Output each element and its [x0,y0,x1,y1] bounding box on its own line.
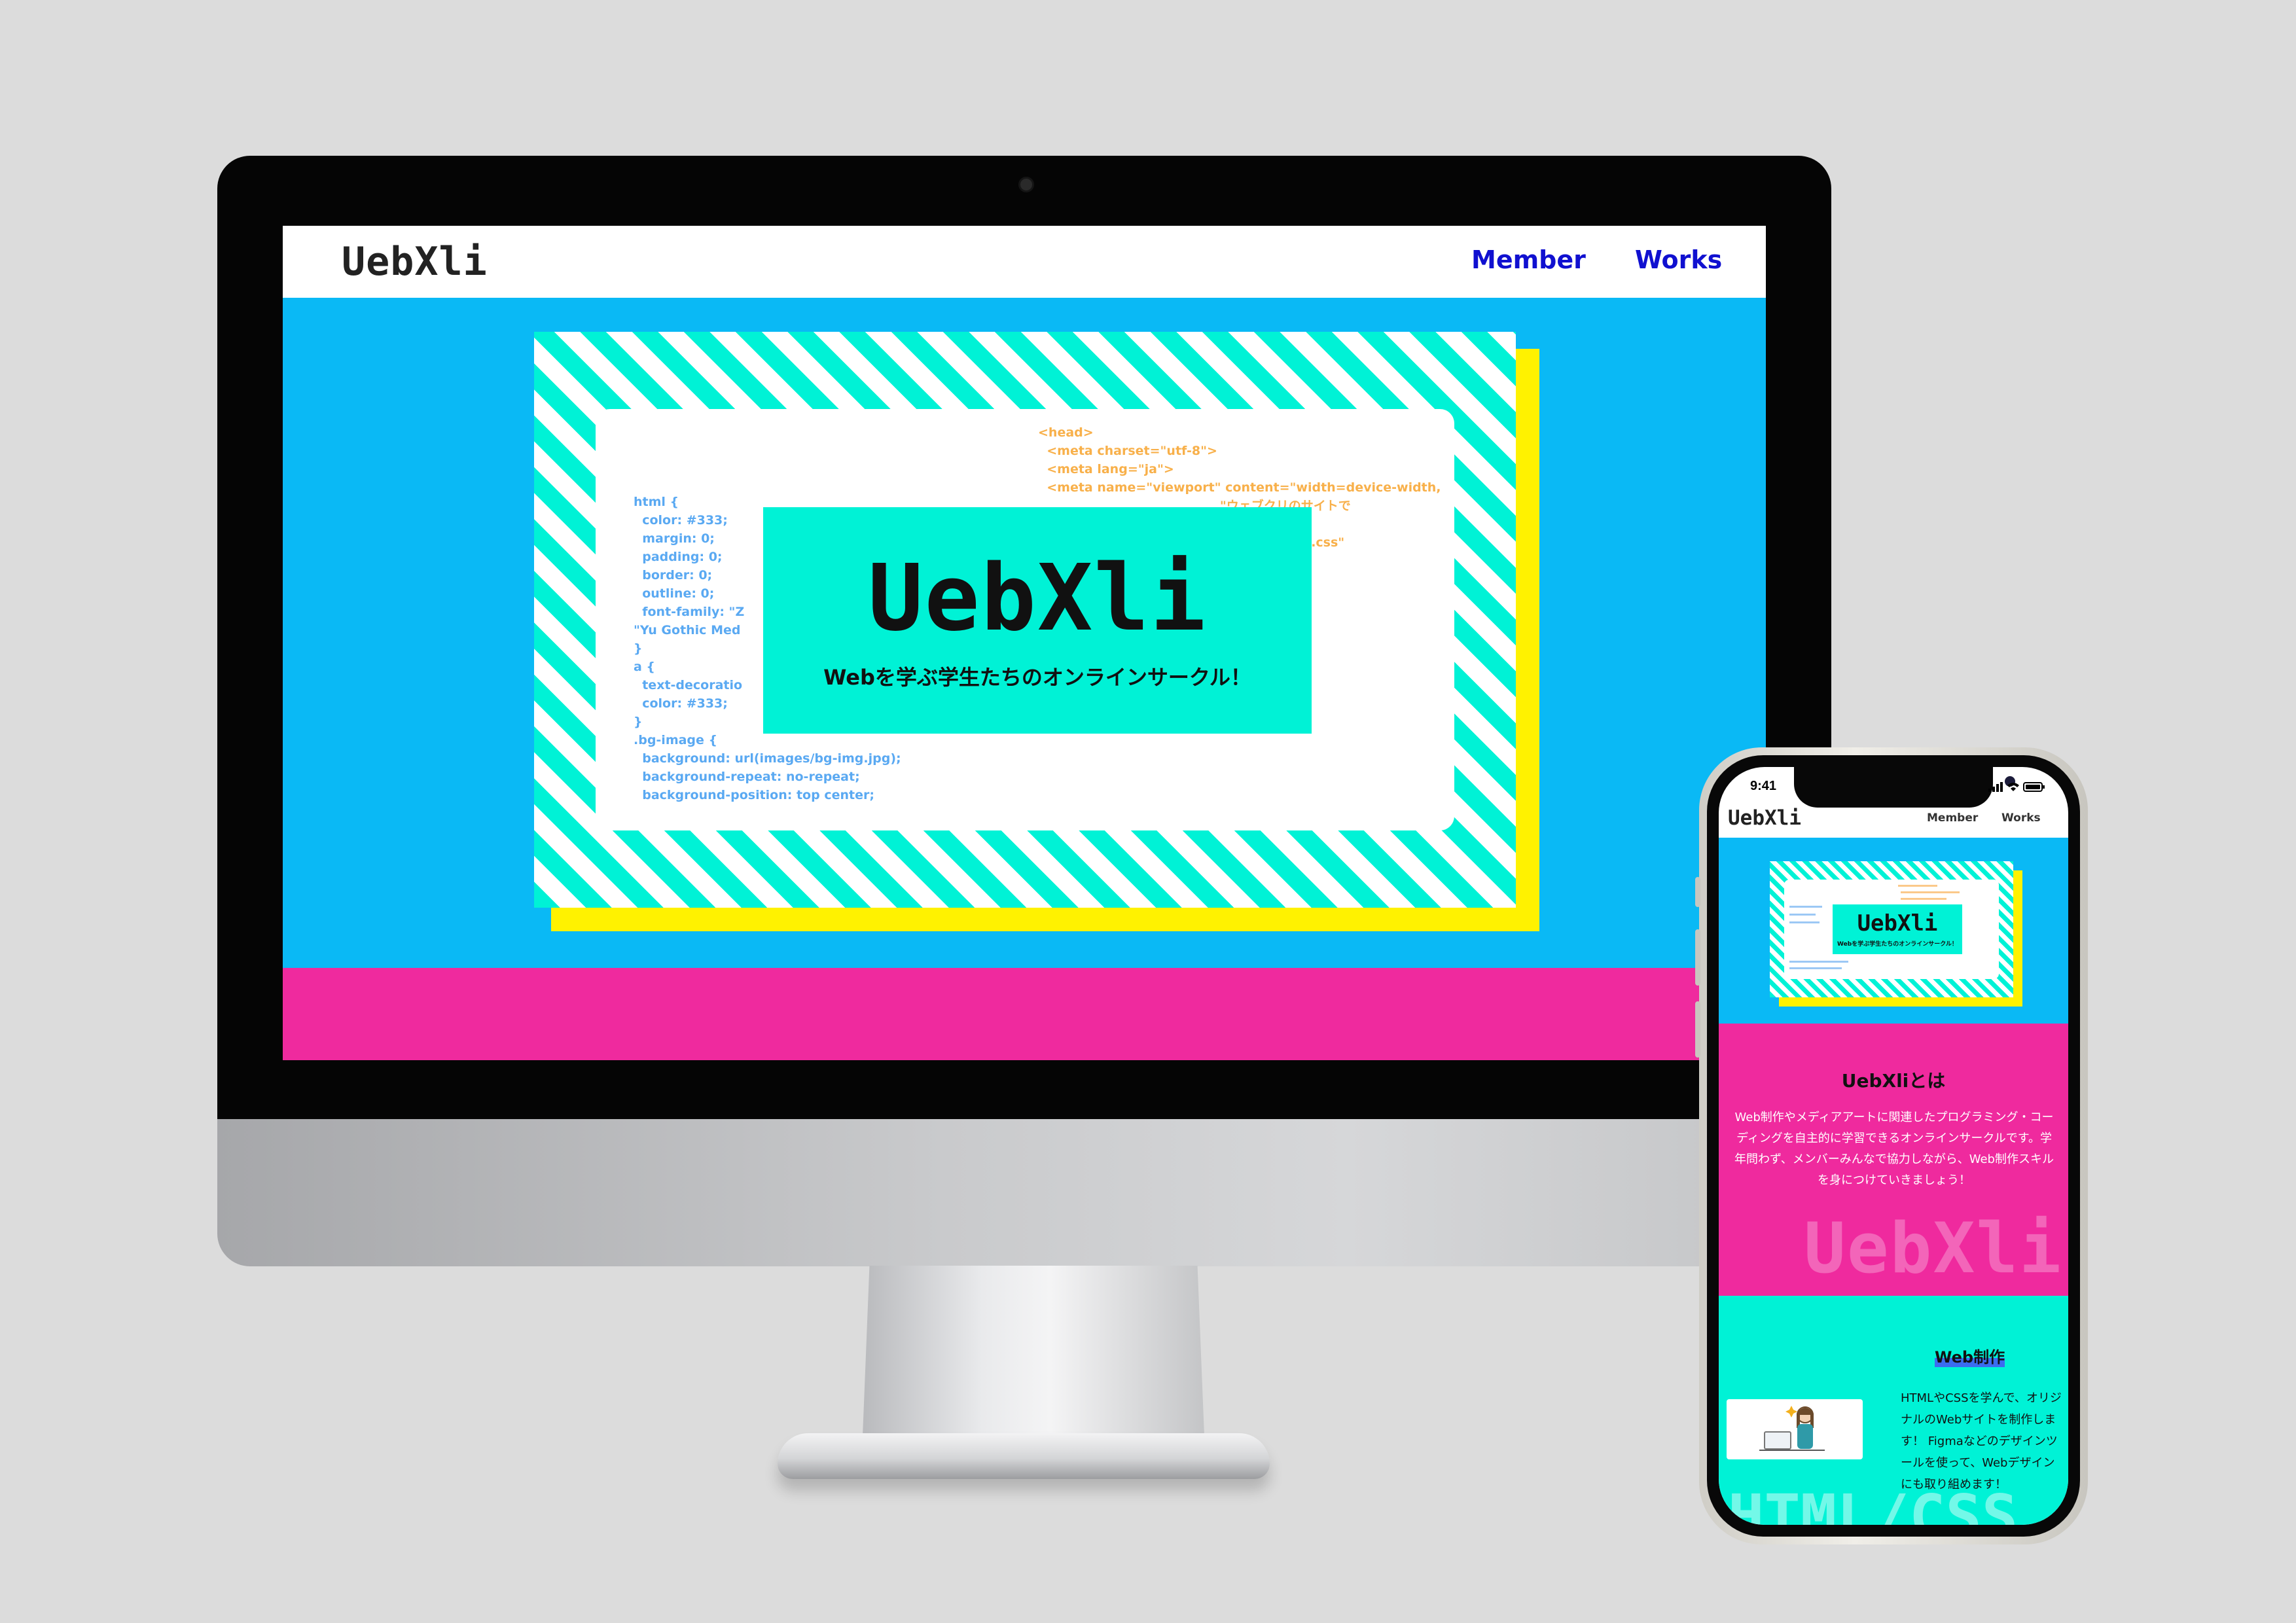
phone-notch [1794,767,2015,808]
phone-hero-title-box: UebXli Webを学ぶ学生たちのオンラインサークル！ [1833,904,1962,954]
monitor-stand-base [778,1433,1270,1479]
phone-about-section: UebXli UebXliとは Web制作やメディアアートに関連したプログラミン… [1719,1024,2068,1296]
phone-hero-striped-frame: UebXli Webを学ぶ学生たちのオンラインサークル！ [1770,861,2013,997]
hero-title: UebXli [868,545,1207,652]
hero-striped-frame: html { color: #333; margin: 0; padding: … [534,332,1516,908]
mini-code-line [1789,921,1820,923]
mini-code-line [1898,885,1937,887]
mini-code-line [1789,906,1822,908]
phone-hero-section: UebXli Webを学ぶ学生たちのオンラインサークル！ [1719,838,2068,1024]
battery-icon [2023,782,2045,792]
phone-nav-works-link[interactable]: Works [2001,812,2041,825]
mini-code-line [1789,961,1848,963]
status-time: 9:41 [1750,779,1777,793]
mini-code-line [1901,891,1960,893]
nav-works-link[interactable]: Works [1635,245,1722,274]
about-text: Web制作やメディアアートに関連したプログラミング・コーディングを自主的に学習で… [1734,1111,2054,1187]
desktop-screen: UebXli Member Works html { color: #333; … [283,226,1766,1060]
mini-code-line [1789,914,1816,916]
web-section-title: Web制作 [1935,1344,2005,1367]
phone-side-button [1695,877,1700,907]
phone-nav-member-link[interactable]: Member [1927,812,1978,825]
webcam-icon [1018,177,1034,192]
phone-hero-subtitle: Webを学ぶ学生たちのオンラインサークル！ [1837,940,1958,948]
web-section-image [1727,1399,1863,1459]
monitor-stand [863,1266,1204,1436]
hero-title-box: UebXli Webを学ぶ学生たちのオンラインサークル！ [763,507,1312,734]
phone-screen: 9:41 UebXli Member Works UebXli Webを学ぶ学生… [1719,767,2068,1525]
phone-web-section: HTML/CSS Web制作 HTMLやCSSを学んで、オリジナルのWebサイト… [1719,1296,2068,1525]
web-section-text: HTMLやCSSを学んで、オリジナルのWebサイトを制作します！ Figmaなど… [1901,1391,2062,1491]
desktop-header: UebXli Member Works [283,226,1766,298]
phone-hero-code-panel: UebXli Webを学ぶ学生たちのオンラインサークル！ [1784,880,1999,979]
nav-member-link[interactable]: Member [1471,245,1586,274]
mini-code-line [1789,967,1842,969]
developer-illustration-icon [1759,1406,1825,1451]
wifi-icon [2007,783,2019,791]
hero-code-panel: html { color: #333; margin: 0; padding: … [596,409,1454,830]
phone-volume-up [1695,929,1700,986]
status-icons [1988,780,2047,796]
site-logo[interactable]: UebXli [342,239,488,285]
about-watermark: UebXli [1804,1208,2062,1289]
monitor-chin [217,1119,1831,1266]
phone-hero-title: UebXli [1857,910,1938,936]
signal-icon [1988,782,2003,792]
pink-section-band [283,968,1766,1060]
about-title: UebXliとは [1841,1070,1946,1092]
phone-volume-down [1695,1001,1700,1058]
mini-code-line [1901,898,1946,900]
hero-subtitle: Webを学ぶ学生たちのオンラインサークル！ [823,665,1251,690]
phone-site-logo[interactable]: UebXli [1728,806,1801,830]
